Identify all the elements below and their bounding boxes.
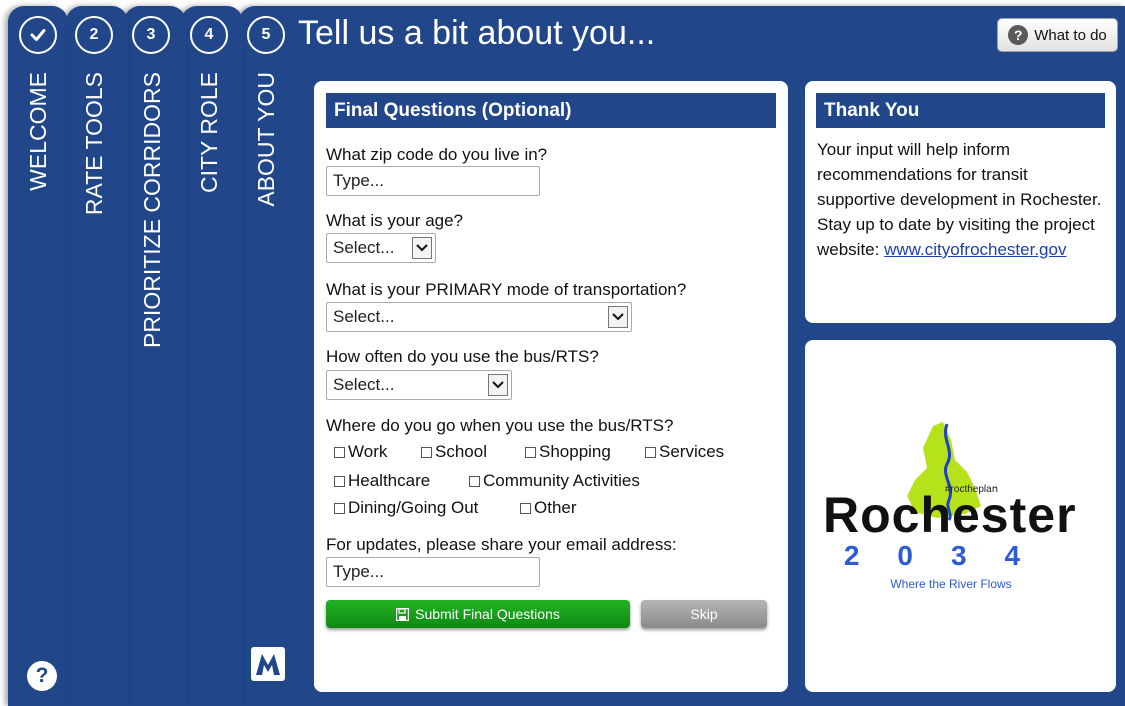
page-title: Tell us a bit about you... — [298, 14, 656, 52]
zip-input[interactable]: Type... — [326, 166, 540, 196]
step-tab-city-role[interactable]: 4 CITY ROLE — [181, 6, 243, 706]
chevron-down-icon — [488, 374, 508, 396]
step-tab-welcome[interactable]: WELCOME ? — [8, 6, 68, 706]
age-select-value: Select... — [333, 238, 395, 257]
checkbox-work[interactable] — [334, 446, 345, 458]
email-label: For updates, please share your email add… — [326, 535, 677, 554]
checkbox-school[interactable] — [421, 446, 432, 458]
project-website-link[interactable]: www.cityofrochester.gov — [884, 240, 1066, 259]
floppy-icon — [396, 607, 410, 621]
logo-tagline: Where the River Flows — [890, 577, 1012, 591]
chevron-down-icon — [608, 306, 628, 328]
checkbox-shopping[interactable] — [525, 446, 536, 458]
form-panel-title: Final Questions (Optional) — [326, 93, 776, 128]
checkmark-icon — [30, 29, 46, 41]
question-circle-icon[interactable]: ? — [27, 661, 57, 691]
step-label-prioritize-corridors: PRIORITIZE CORRIDORS — [138, 72, 165, 349]
help-circle-icon: ? — [1008, 25, 1029, 45]
option-work[interactable]: Work — [334, 442, 387, 462]
checkbox-healthcare[interactable] — [334, 475, 345, 487]
submit-label: Submit Final Questions — [415, 606, 560, 622]
step-badge-prioritize-corridors: 3 — [132, 16, 170, 54]
rochester-logo: #roctheplaո Rochester 2034 Where the Riv… — [815, 420, 1085, 600]
checkbox-services[interactable] — [645, 446, 656, 458]
freq-select[interactable]: Select... — [326, 370, 512, 400]
logo-year: 2034 — [843, 540, 1059, 571]
chevron-down-icon — [412, 237, 432, 259]
option-other-label: Other — [534, 498, 577, 517]
what-to-do-button[interactable]: ? What to do — [997, 18, 1118, 52]
zip-label: What zip code do you live in? — [326, 145, 548, 164]
thanks-text: Your input will help inform recommendati… — [817, 137, 1102, 262]
freq-label: How often do you use the bus/RTS? — [326, 347, 599, 366]
step-badge-rate-tools: 2 — [75, 16, 113, 54]
step-tab-prioritize-corridors[interactable]: 3 PRIORITIZE CORRIDORS — [124, 6, 186, 706]
brand-m-icon — [251, 647, 285, 681]
option-shopping[interactable]: Shopping — [525, 442, 611, 462]
option-shopping-label: Shopping — [539, 442, 611, 461]
checkbox-dining[interactable] — [334, 502, 345, 514]
step-badge-city-role: 4 — [190, 16, 228, 54]
mode-label: What is your PRIMARY mode of transportat… — [326, 280, 687, 299]
mode-select-value: Select... — [333, 307, 395, 326]
option-dining[interactable]: Dining/Going Out — [334, 498, 478, 518]
thanks-panel-title: Thank You — [816, 93, 1105, 128]
step-label-rate-tools: RATE TOOLS — [80, 72, 107, 216]
option-services[interactable]: Services — [645, 442, 724, 462]
option-school[interactable]: School — [421, 442, 487, 462]
skip-label: Skip — [690, 606, 718, 622]
option-community-activities[interactable]: Community Activities — [469, 471, 640, 491]
submit-button[interactable]: Submit Final Questions — [326, 600, 630, 628]
checkbox-community-activities[interactable] — [469, 475, 480, 487]
skip-button[interactable]: Skip — [641, 600, 767, 628]
step-label-city-role: CITY ROLE — [195, 72, 222, 193]
age-label: What is your age? — [326, 211, 464, 230]
what-to-do-label: What to do — [1034, 26, 1107, 44]
checkbox-other[interactable] — [520, 502, 531, 514]
option-dining-label: Dining/Going Out — [348, 498, 479, 517]
option-healthcare-label: Healthcare — [348, 471, 431, 490]
step-tab-rate-tools[interactable]: 2 RATE TOOLS — [66, 6, 128, 706]
mode-select[interactable]: Select... — [326, 302, 632, 332]
logo-name: Rochester — [823, 487, 1077, 543]
step-badge-welcome — [19, 16, 57, 54]
app-window: WELCOME ? 2 RATE TOOLS 3 PRIORITIZE CORR… — [0, 0, 1125, 706]
step-label-about-you: ABOUT YOU — [252, 72, 279, 207]
option-school-label: School — [435, 442, 487, 461]
option-other[interactable]: Other — [520, 498, 577, 518]
step-badge-about-you: 5 — [247, 16, 285, 54]
freq-select-value: Select... — [333, 375, 395, 394]
option-healthcare[interactable]: Healthcare — [334, 471, 430, 491]
option-services-label: Services — [659, 442, 725, 461]
step-label-welcome: WELCOME — [24, 72, 51, 191]
option-work-label: Work — [348, 442, 388, 461]
option-community-activities-label: Community Activities — [483, 471, 640, 490]
age-select[interactable]: Select... — [326, 233, 436, 263]
where-label: Where do you go when you use the bus/RTS… — [326, 416, 674, 435]
email-input[interactable]: Type... — [326, 557, 540, 587]
